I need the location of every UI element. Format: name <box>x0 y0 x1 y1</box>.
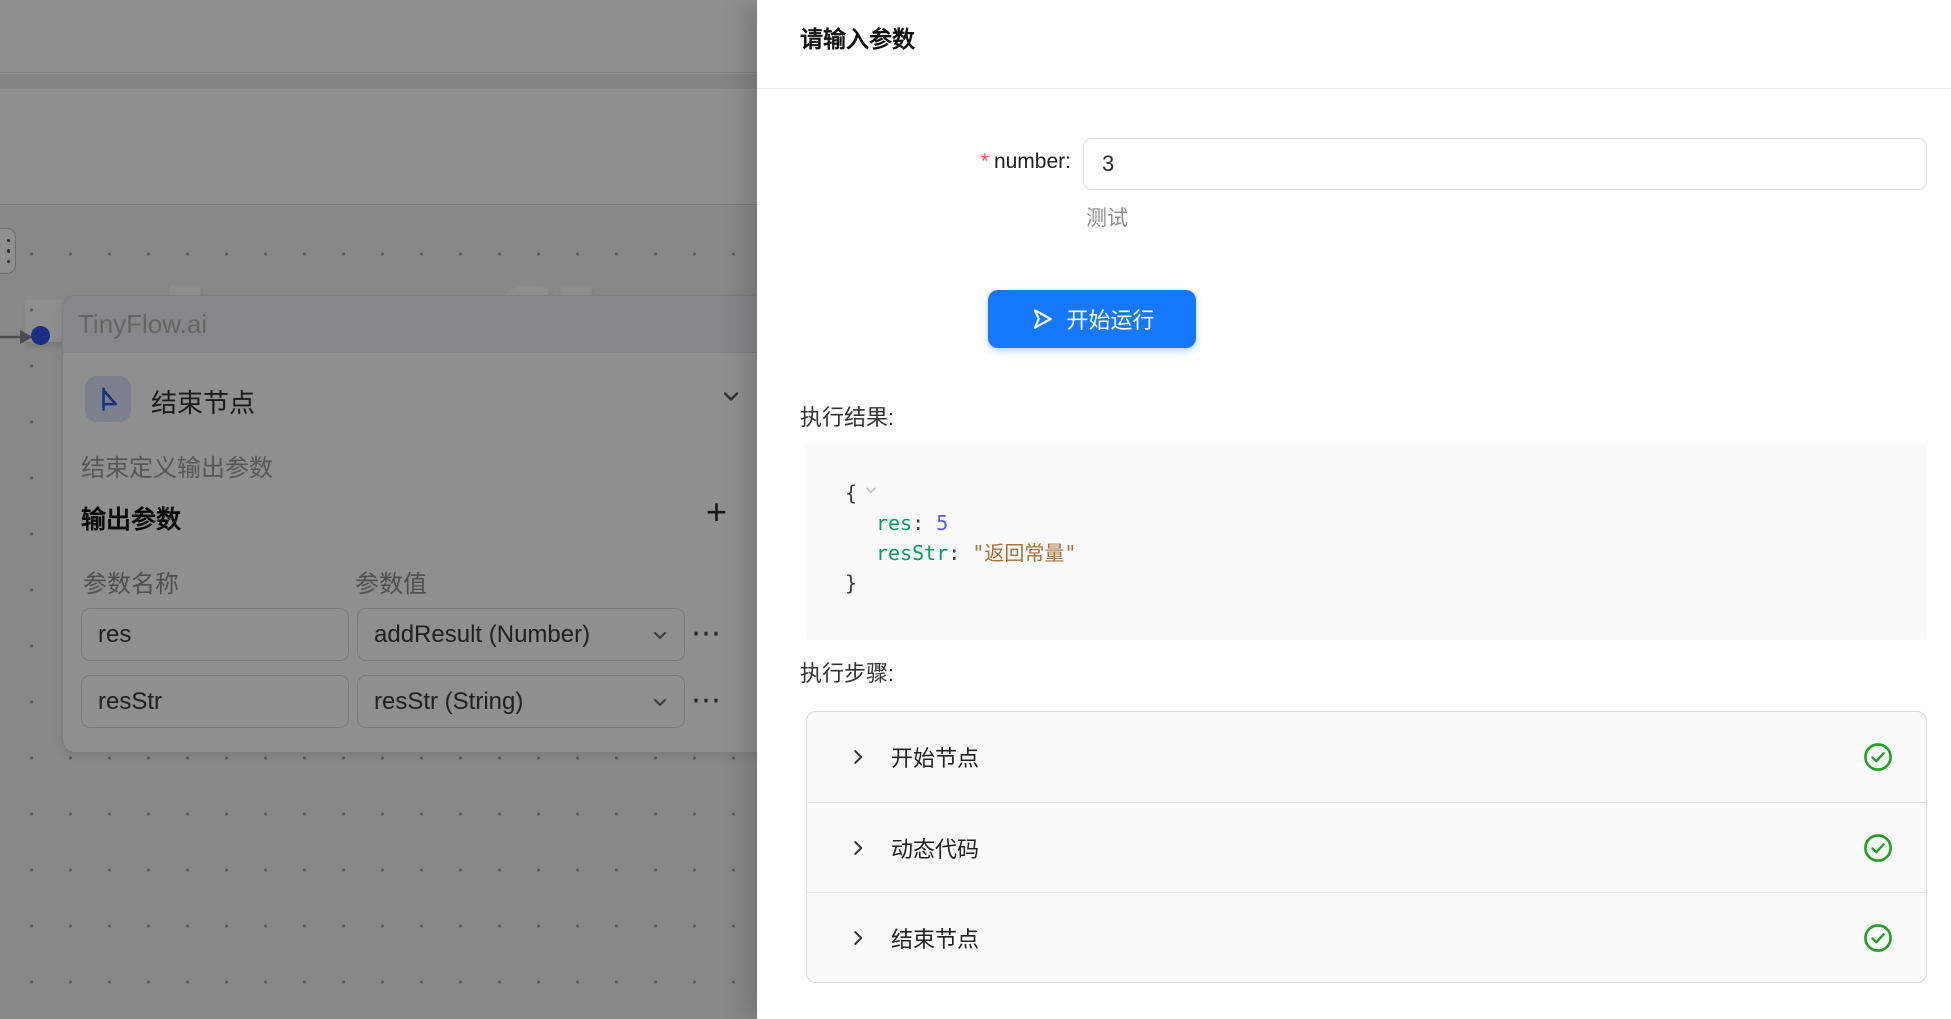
run-params-drawer: 请输入参数 *number: 测试 开始运行 执行结果: { res: 5 re… <box>757 0 1951 1019</box>
step-label: 动态代码 <box>891 832 979 864</box>
result-json-viewer: { res: 5 resStr: "返回常量" } <box>806 443 1927 640</box>
run-button-label: 开始运行 <box>1066 303 1154 335</box>
number-input[interactable] <box>1083 138 1927 190</box>
number-field-label: *number: <box>857 150 1071 174</box>
step-row-start-node[interactable]: 开始节点 <box>807 712 1926 802</box>
run-button[interactable]: 开始运行 <box>988 290 1196 348</box>
result-label: 执行结果: <box>800 400 894 432</box>
step-row-dynamic-code[interactable]: 动态代码 <box>807 802 1926 892</box>
success-check-icon <box>1862 922 1894 954</box>
steps-label: 执行步骤: <box>800 656 894 688</box>
run-play-icon <box>1029 306 1055 332</box>
number-field-extra: 测试 <box>1086 202 1128 232</box>
json-open-line: { <box>806 478 1927 508</box>
flow-editor: Tinyflow TinyFlow.ai <box>0 0 757 1019</box>
steps-collapse-panel: 开始节点 动态代码 结束节点 <box>806 711 1927 983</box>
app-root: Tinyflow TinyFlow.ai <box>0 0 1951 1019</box>
success-check-icon <box>1862 832 1894 864</box>
json-entry: res: 5 <box>806 508 1927 538</box>
success-check-icon <box>1862 741 1894 773</box>
json-collapse-chevron-icon[interactable] <box>863 482 879 498</box>
chevron-right-icon <box>847 927 869 949</box>
json-entry: resStr: "返回常量" <box>806 538 1927 568</box>
drawer-title: 请输入参数 <box>800 20 915 54</box>
step-label: 开始节点 <box>891 741 979 773</box>
required-asterisk: * <box>981 150 989 173</box>
divider <box>757 88 1951 89</box>
step-row-end-node[interactable]: 结束节点 <box>807 892 1926 982</box>
drawer-mask[interactable] <box>0 0 757 1019</box>
step-label: 结束节点 <box>891 922 979 954</box>
chevron-right-icon <box>847 837 869 859</box>
json-close-line: } <box>806 568 1927 598</box>
chevron-right-icon <box>847 746 869 768</box>
